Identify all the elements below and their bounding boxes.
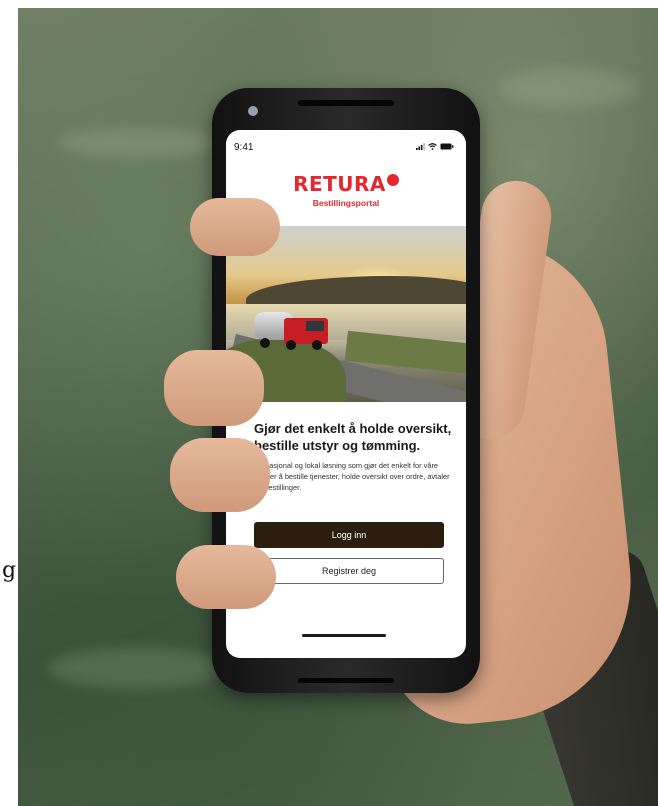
background-blur [498, 68, 638, 108]
page-description: En nasjonal og lokal løsning som gjør de… [254, 461, 450, 492]
logo-mark-icon [386, 174, 399, 186]
register-button[interactable]: Registrer deg [254, 558, 444, 584]
logo-wordmark: RETURA [293, 172, 386, 196]
truck-wheel [312, 340, 322, 350]
login-button[interactable]: Logg inn [254, 522, 444, 548]
truck-wheel [260, 338, 270, 348]
phone-speaker [298, 100, 394, 106]
background-blur [58, 128, 218, 158]
status-bar: 9:41 [226, 130, 466, 158]
status-icons [416, 143, 454, 150]
hand-finger [190, 198, 280, 256]
hand-finger [176, 545, 276, 609]
camera-icon [248, 106, 258, 116]
battery-icon [440, 143, 454, 150]
wifi-icon [428, 143, 437, 150]
background-blur [48, 648, 228, 688]
home-indicator[interactable] [302, 634, 386, 637]
page-title: Gjør det enkelt å holde oversikt, bestil… [254, 421, 452, 453]
status-time: 9:41 [234, 142, 254, 153]
truck-window [306, 321, 324, 331]
hand-finger [164, 350, 264, 426]
stray-text: g [2, 558, 17, 583]
hand-finger [170, 438, 270, 512]
phone-bottom-bar [298, 678, 394, 683]
page: g 9:41 RETURA Bestillingsportal Gjør det… [0, 0, 658, 806]
signal-icon [416, 143, 425, 150]
truck-wheel [286, 340, 296, 350]
